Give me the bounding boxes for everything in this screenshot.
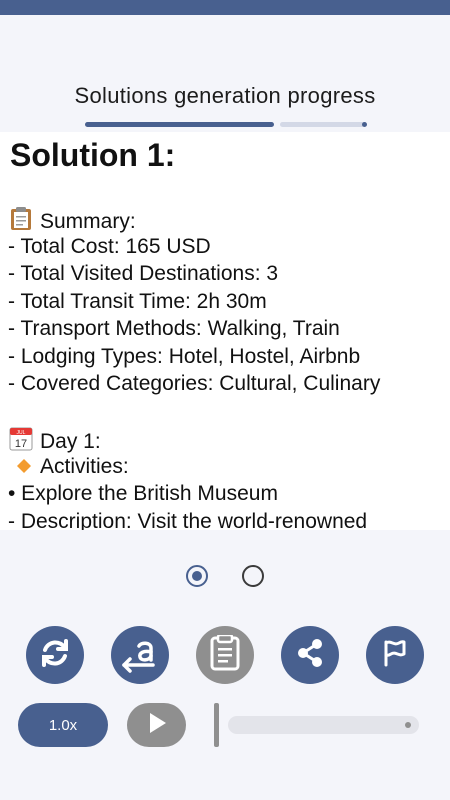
report-button[interactable] (366, 626, 424, 684)
document-icon (209, 633, 241, 676)
summary-heading: Summary: (40, 210, 136, 233)
summary-line: - Lodging Types: Hotel, Hostel, Airbnb (8, 344, 361, 368)
progress-fill (85, 122, 274, 127)
slider-thumb[interactable] (214, 703, 219, 747)
generation-progress-bar (85, 122, 367, 127)
summary-heading-line: Summary: (8, 205, 448, 233)
translate-button[interactable] (111, 626, 169, 684)
solution-title: Solution 1: (10, 137, 176, 173)
play-button[interactable] (127, 703, 186, 747)
day-heading-line: JUL 17 Day 1: (8, 425, 448, 453)
summary-line: - Total Transit Time: 2h 30m (8, 289, 267, 313)
refresh-button[interactable] (26, 626, 84, 684)
solution-content[interactable]: Solution 1: Summary: - Total Cost: 165 U… (0, 132, 450, 530)
flag-icon (379, 637, 411, 674)
playback-slider[interactable] (214, 703, 419, 747)
pager-radio-2[interactable] (242, 565, 264, 587)
activity-line: • Explore the British Museum (8, 482, 278, 505)
summary-line: - Transport Methods: Walking, Train (8, 317, 340, 340)
summary-line: - Total Visited Destinations: 3 (8, 262, 279, 285)
share-icon (293, 636, 327, 675)
svg-text:17: 17 (15, 438, 27, 450)
progress-remaining (280, 122, 365, 127)
play-icon (146, 711, 168, 740)
orange-diamond-icon (14, 456, 34, 484)
refresh-icon (36, 634, 74, 677)
slider-end-dot (405, 722, 411, 728)
slider-track[interactable] (228, 716, 419, 734)
status-bar (0, 0, 450, 15)
activity-line: - Description: Visit the world-renowned (8, 509, 368, 531)
solution-pager (0, 565, 450, 591)
progress-title: Solutions generation progress (74, 83, 376, 108)
summary-line: - Covered Categories: Cultural, Culinary (8, 372, 381, 395)
progress-end-dot (362, 122, 367, 127)
copy-button[interactable] (196, 626, 254, 684)
summary-line: - Total Cost: 165 USD (8, 234, 211, 258)
activities-heading: Activities: (40, 454, 129, 478)
share-button[interactable] (281, 626, 339, 684)
solution-text: Summary: - Total Cost: 165 USD - Total V… (8, 205, 448, 530)
translate-icon (120, 633, 160, 678)
progress-header: Solutions generation progress (0, 15, 450, 132)
svg-text:JUL: JUL (17, 430, 26, 436)
day-heading: Day 1: (40, 430, 101, 453)
activities-heading-line: Activities: (8, 453, 448, 481)
playback-speed-button[interactable]: 1.0x (18, 703, 108, 747)
pager-radio-1[interactable] (186, 565, 208, 587)
